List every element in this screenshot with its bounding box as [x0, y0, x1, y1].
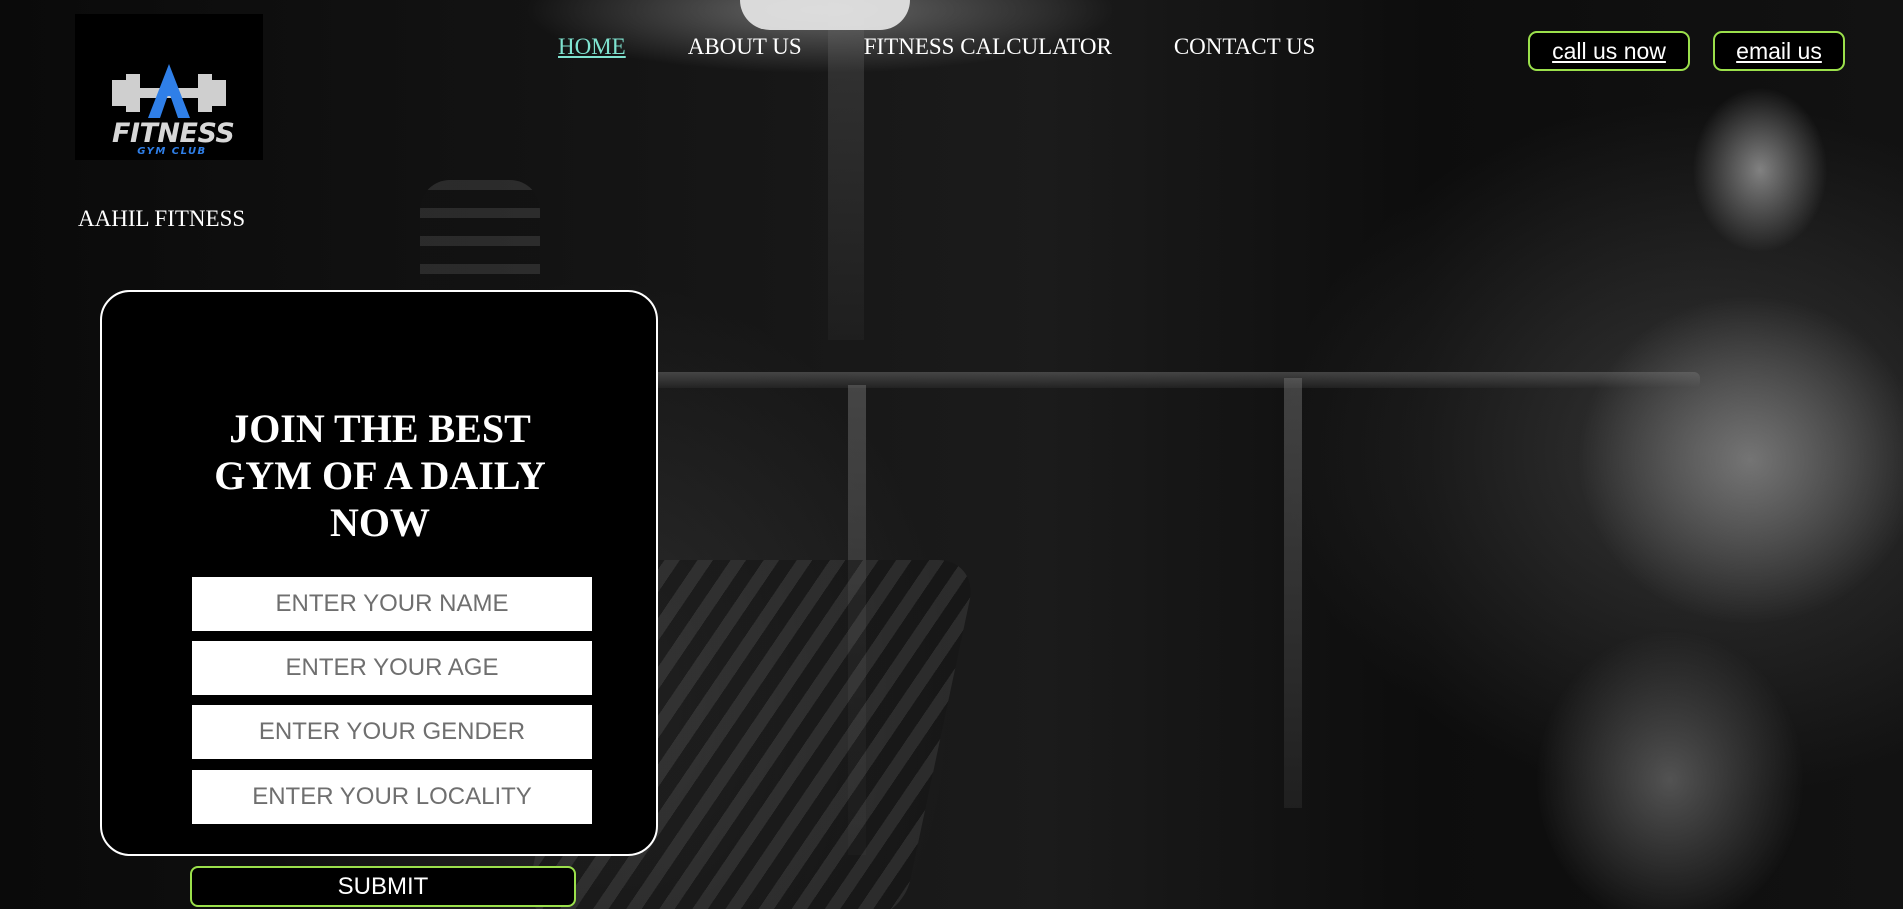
age-input[interactable] [190, 639, 594, 697]
nav-home-link[interactable]: HOME [558, 34, 626, 60]
brand-name: AAHIL FITNESS [78, 206, 246, 231]
logo-subtext: GYM CLUB [137, 146, 207, 157]
name-input[interactable] [190, 575, 594, 633]
call-us-button[interactable]: call us now [1528, 31, 1690, 71]
logo-text: FITNESS [112, 118, 235, 149]
background-athlete [1500, 80, 1903, 909]
gender-input[interactable] [190, 703, 594, 761]
email-us-button[interactable]: email us [1713, 31, 1845, 71]
background-lamp [740, 0, 910, 30]
nav-fitness-calculator-link[interactable]: FITNESS CALCULATOR [864, 34, 1112, 60]
nav-contact-link[interactable]: CONTACT US [1174, 34, 1316, 60]
page: FITNESS GYM CLUB AAHIL FITNESS HOME ABOU… [0, 0, 1903, 909]
background-post [1284, 378, 1302, 808]
main-nav: HOME ABOUT US FITNESS CALCULATOR CONTACT… [558, 34, 1315, 60]
nav-about-link[interactable]: ABOUT US [688, 34, 802, 60]
submit-button[interactable]: SUBMIT [190, 866, 576, 907]
join-form-title: JOIN THE BEST GYM OF A DAILY NOW [214, 406, 546, 545]
dumbbell-logo-icon [112, 64, 226, 118]
locality-input[interactable] [190, 768, 594, 826]
